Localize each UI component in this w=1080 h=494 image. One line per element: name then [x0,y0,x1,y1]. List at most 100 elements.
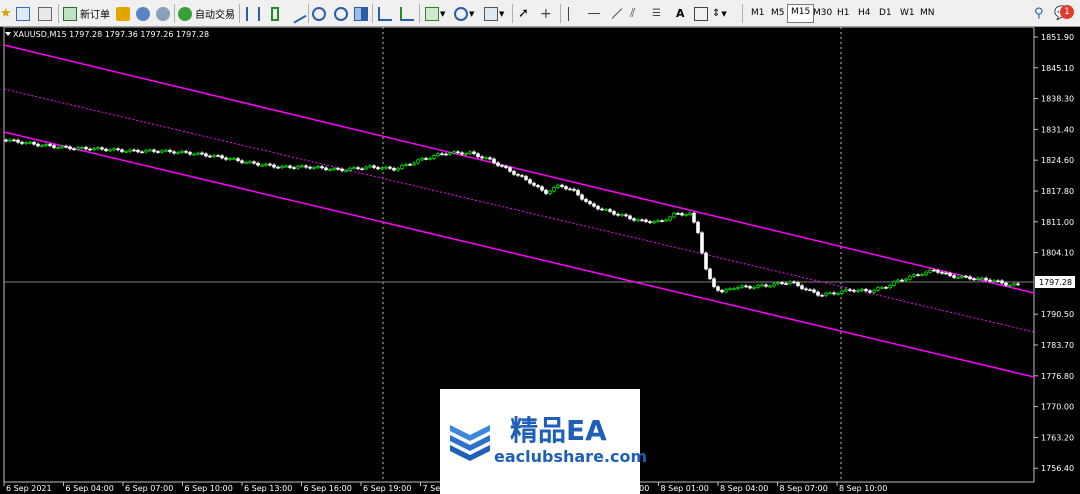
candle-body [360,168,364,171]
candle-body [376,167,380,170]
price-tick-label: 1783.70 [1041,341,1074,350]
search-icon[interactable]: ⚲ [1034,4,1044,23]
timeframe-w1-button[interactable]: W1 [897,4,918,23]
candle-body [860,289,864,291]
candle-body [672,213,676,218]
candle-body [532,182,536,186]
candle-body [896,279,900,283]
candle-chart-icon[interactable] [268,4,279,23]
timeframe-h1-button[interactable]: H1 [834,4,853,23]
timeframe-mn-button[interactable]: MN [917,4,938,23]
candle-body [988,279,992,282]
gold-icon[interactable] [116,4,130,23]
user-icon[interactable] [136,4,150,23]
candle-body [656,220,660,223]
candle-body [88,148,92,151]
fibonacci-icon[interactable]: ☰ [652,4,661,23]
periods-icon[interactable]: ▼ [454,4,474,23]
candle-body [188,152,192,155]
autoscroll-icon[interactable] [400,4,414,23]
candle-body [520,175,524,177]
candle-body [36,143,40,147]
vertical-line-icon[interactable] [568,4,569,23]
text-tool-icon[interactable]: A [676,4,685,23]
candle-body [220,155,224,159]
candle-body [164,149,168,152]
candle-body [492,158,496,164]
star-icon[interactable]: ★ [0,4,14,23]
candle-body [660,220,664,223]
bar-chart-icon[interactable] [246,4,260,23]
candle-body [92,148,96,151]
text-label-icon[interactable] [694,4,708,23]
indicators-icon[interactable]: ▼ [425,4,445,23]
new-order-button[interactable]: 新订单 [63,4,110,23]
candle-body [624,214,628,217]
candle-body [644,219,648,222]
timeframe-m5-button[interactable]: M5 [768,4,788,23]
auto-trading-label: 自动交易 [195,10,235,21]
price-tick-label: 1804.10 [1041,249,1074,258]
navigator-icon[interactable] [38,4,52,23]
candle-body [676,213,680,215]
channel-middle-line [3,88,1035,333]
candle-body [208,155,212,158]
timeframe-h4-button[interactable]: H4 [855,4,874,23]
candle-body [160,150,164,153]
cursor-icon[interactable]: ➚ [518,4,529,23]
arrows-icon[interactable]: ⇕ ▼ [712,4,727,23]
time-tick-label: 6 Sep 19:00 [363,484,411,493]
candle-body [456,151,460,154]
zoom-in-icon[interactable] [312,4,326,23]
candle-body [340,168,344,172]
new-order-icon [63,6,77,21]
channel-icon[interactable]: ⫽ [630,4,635,23]
candle-body [604,209,608,211]
templates-icon[interactable]: ▼ [484,4,504,23]
window-icon[interactable] [16,4,30,23]
candle-body [488,157,492,160]
candle-body [760,284,764,287]
candle-body [584,198,588,202]
auto-trading-button[interactable]: 自动交易 [178,4,235,23]
candle-body [144,150,148,153]
crosshair-icon[interactable]: + [540,4,552,23]
candle-body [704,252,708,270]
candle-body [8,139,12,142]
candle-body [696,221,700,234]
candle-body [408,164,412,166]
candle-body [912,274,916,277]
candle-body [864,289,868,292]
candle-body [932,269,936,272]
zoom-out-icon[interactable] [334,4,348,23]
trendline-icon[interactable] [610,4,624,23]
candle-body [740,285,744,288]
line-chart-icon[interactable] [287,3,307,24]
candle-body [460,152,464,155]
candle-body [420,158,424,161]
candle-body [944,272,948,275]
tile-windows-icon[interactable] [354,4,368,23]
price-tick-label: 1817.80 [1041,187,1074,196]
candle-body [396,168,400,171]
candle-body [56,147,60,149]
candle-body [548,190,552,194]
candle-body [52,145,56,148]
candle-body [600,208,604,211]
chart-shift-icon[interactable] [378,4,392,23]
candle-body [324,167,328,171]
timeframe-m1-button[interactable]: M1 [748,4,768,23]
horizontal-line-icon[interactable] [588,4,600,23]
candle-body [184,150,188,153]
candle-body [1012,283,1016,286]
candle-body [940,272,944,274]
candle-body [712,278,716,288]
candle-body [320,166,324,169]
candle-body [260,164,264,167]
candle-body [700,232,704,254]
timeframe-m30-button[interactable]: M30 [810,4,835,23]
globe-icon[interactable] [156,4,170,23]
candle-body [684,214,688,217]
timeframe-d1-button[interactable]: D1 [876,4,895,23]
candle-body [852,290,856,292]
